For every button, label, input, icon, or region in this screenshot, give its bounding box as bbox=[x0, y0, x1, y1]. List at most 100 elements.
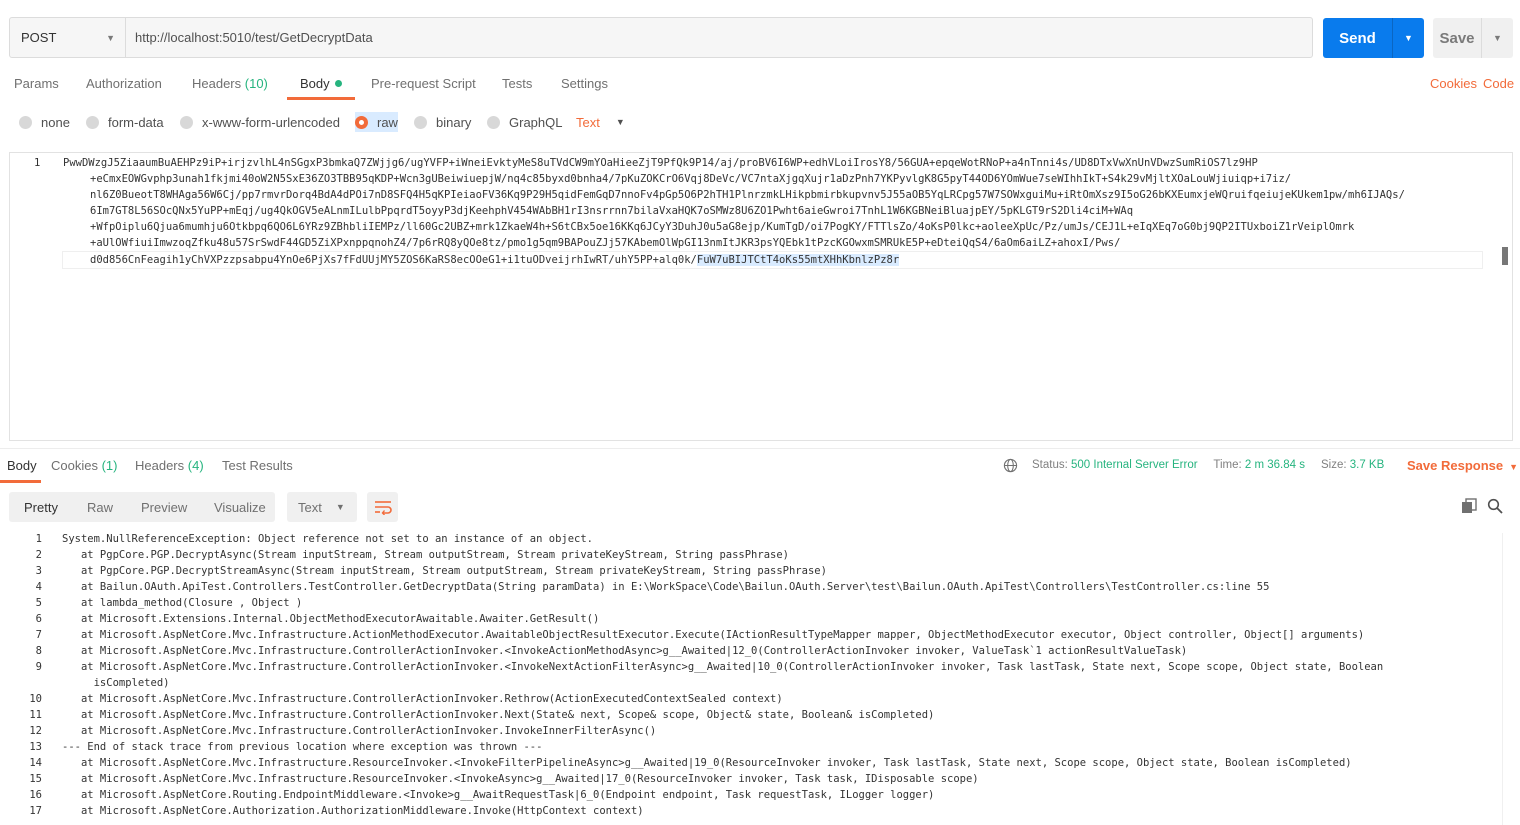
line-text: at Microsoft.AspNetCore.Mvc.Infrastructu… bbox=[62, 773, 979, 785]
tab-label: Params bbox=[14, 76, 59, 91]
save-button[interactable]: Save ▼ bbox=[1433, 18, 1513, 58]
view-pretty-button[interactable]: Pretty bbox=[24, 500, 58, 515]
response-status: Status: 500 Internal Server Error Time: … bbox=[1032, 459, 1384, 471]
size-value[interactable]: 3.7 KB bbox=[1350, 459, 1385, 471]
radio-none[interactable]: none bbox=[19, 112, 70, 132]
line-number: 15 bbox=[29, 773, 42, 785]
send-label: Send bbox=[1339, 29, 1376, 47]
modified-dot-icon bbox=[334, 80, 342, 87]
radio-label: binary bbox=[436, 114, 472, 130]
editor-text[interactable]: PwwDWzgJ5ZiaaumBuAEHPz9iP+irjzvlhL4nSGgx… bbox=[62, 155, 1483, 269]
line-number: 1 bbox=[34, 157, 41, 169]
response-body[interactable]: 1 System.NullReferenceException: Object r… bbox=[0, 533, 1500, 825]
radio-x-www-form-urlencoded[interactable]: x-www-form-urlencoded bbox=[180, 112, 340, 132]
response-view-modes: Pretty Raw Preview Visualize bbox=[9, 492, 275, 522]
response-format-select[interactable]: Text ▼ bbox=[287, 492, 357, 522]
tab-label: Test Results bbox=[222, 458, 293, 473]
wrap-lines-button[interactable] bbox=[367, 492, 398, 522]
line-number: 14 bbox=[29, 757, 42, 769]
selected-text: FuW7uBIJTCtT4oKs55mtXHhKbnlzPz8r bbox=[696, 254, 900, 266]
copy-icon[interactable] bbox=[1461, 498, 1477, 514]
radio-circle-icon bbox=[19, 115, 32, 129]
tab-label: Body bbox=[7, 458, 37, 473]
chevron-down-icon: ▼ bbox=[1509, 462, 1519, 472]
radio-binary[interactable]: binary bbox=[414, 112, 471, 132]
view-visualize-button[interactable]: Visualize bbox=[214, 500, 266, 515]
save-response-button[interactable]: Save Response ▼ bbox=[1407, 458, 1518, 473]
response-scrollbar[interactable] bbox=[1502, 533, 1516, 825]
active-tab-indicator bbox=[287, 97, 355, 100]
response-line: isCompleted) bbox=[0, 677, 1500, 693]
tab-label: Settings bbox=[561, 76, 608, 91]
line-number: 11 bbox=[29, 709, 42, 721]
send-button[interactable]: Send ▼ bbox=[1323, 18, 1424, 58]
url-input[interactable]: http://localhost:5010/test/GetDecryptDat… bbox=[126, 30, 373, 45]
response-line: 10 at Microsoft.AspNetCore.Mvc.Infrastru… bbox=[0, 693, 1500, 709]
status-label: Status: bbox=[1032, 459, 1068, 471]
radio-raw[interactable]: raw bbox=[355, 112, 398, 132]
response-tab-headers[interactable]: Headers (4) bbox=[135, 458, 204, 473]
cookies-link[interactable]: Cookies bbox=[1430, 76, 1477, 91]
line-number: 2 bbox=[35, 549, 42, 561]
line-number: 17 bbox=[29, 805, 42, 817]
response-line: 13 --- End of stack trace from previous l… bbox=[0, 741, 1500, 757]
search-icon[interactable] bbox=[1487, 498, 1503, 514]
request-url-bar: POST ▼ http://localhost:5010/test/GetDec… bbox=[9, 17, 1313, 58]
code-link[interactable]: Code bbox=[1483, 76, 1514, 91]
line-text: at PgpCore.PGP.DecryptStreamAsync(Stream… bbox=[62, 565, 827, 577]
line-text: at Microsoft.AspNetCore.Mvc.Infrastructu… bbox=[62, 757, 1352, 769]
method-label: POST bbox=[21, 30, 57, 45]
time-label: Time: bbox=[1213, 459, 1242, 471]
view-raw-button[interactable]: Raw bbox=[87, 500, 113, 515]
line-text: at Microsoft.AspNetCore.Authorization.Au… bbox=[62, 805, 644, 817]
radio-circle-icon bbox=[487, 115, 500, 129]
line-text: at Microsoft.Extensions.Internal.ObjectM… bbox=[62, 613, 600, 625]
tab-label: Body bbox=[300, 76, 330, 91]
line-number: 12 bbox=[29, 725, 42, 737]
tab-label: Pre-request Script bbox=[371, 76, 476, 91]
line-text: at Microsoft.AspNetCore.Mvc.Infrastructu… bbox=[62, 725, 657, 737]
line-number: 4 bbox=[35, 581, 42, 593]
response-line: 6 at Microsoft.Extensions.Internal.Objec… bbox=[0, 613, 1500, 629]
response-tab-cookies[interactable]: Cookies (1) bbox=[51, 458, 117, 473]
response-tab-body[interactable]: Body bbox=[7, 458, 37, 473]
tab-pre-request-script[interactable]: Pre-request Script bbox=[371, 76, 476, 102]
response-tab-test-results[interactable]: Test Results bbox=[222, 458, 293, 473]
radio-label: form-data bbox=[108, 114, 164, 130]
radio-form-data[interactable]: form-data bbox=[86, 112, 164, 132]
editor-line: +WfpOiplu6Qjua6mumhju6Otkbpq6QO6L6YRz9ZB… bbox=[90, 221, 1355, 233]
editor-line: +eCmxEOWGvphp3unah1fkjmi40oW2N5SxE36ZO3T… bbox=[90, 173, 1292, 185]
tab-headers[interactable]: Headers (10) bbox=[192, 76, 268, 102]
request-body-editor[interactable]: 1 PwwDWzgJ5ZiaaumBuAEHPz9iP+irjzvlhL4nSG… bbox=[9, 152, 1513, 441]
tab-authorization[interactable]: Authorization bbox=[86, 76, 162, 102]
raw-format-select[interactable]: Text ▼ bbox=[576, 112, 625, 132]
response-line: 7 at Microsoft.AspNetCore.Mvc.Infrastruc… bbox=[0, 629, 1500, 645]
view-preview-button[interactable]: Preview bbox=[141, 500, 187, 515]
tab-settings[interactable]: Settings bbox=[561, 76, 608, 102]
tab-params[interactable]: Params bbox=[14, 76, 59, 102]
line-number: 10 bbox=[29, 693, 42, 705]
response-line: 16 at Microsoft.AspNetCore.Routing.Endpo… bbox=[0, 789, 1500, 805]
tab-tests[interactable]: Tests bbox=[502, 76, 532, 102]
line-number: 16 bbox=[29, 789, 42, 801]
tab-count: (10) bbox=[244, 76, 268, 91]
method-select[interactable]: POST ▼ bbox=[10, 18, 126, 57]
editor-scrollbar[interactable] bbox=[1502, 247, 1508, 265]
line-text: at Microsoft.AspNetCore.Mvc.Infrastructu… bbox=[62, 709, 935, 721]
line-text: at Bailun.OAuth.ApiTest.Controllers.Test… bbox=[62, 581, 1270, 593]
save-response-label: Save Response bbox=[1407, 458, 1504, 473]
globe-icon[interactable] bbox=[1003, 458, 1018, 473]
response-line: 9 at Microsoft.AspNetCore.Mvc.Infrastruc… bbox=[0, 661, 1500, 677]
editor-line: 6Im7GT8L56SOcQNx5YuPP+mEqj/ug4QkOGV5eALn… bbox=[90, 205, 1134, 217]
send-options-chevron-icon[interactable]: ▼ bbox=[1392, 18, 1424, 58]
line-number: 7 bbox=[35, 629, 42, 641]
time-value[interactable]: 2 m 36.84 s bbox=[1245, 459, 1305, 471]
radio-graphql[interactable]: GraphQL bbox=[487, 112, 562, 132]
wrap-lines-icon bbox=[374, 501, 392, 515]
line-text: isCompleted) bbox=[62, 677, 170, 689]
save-options-chevron-icon[interactable]: ▼ bbox=[1481, 18, 1513, 58]
radio-label: raw bbox=[377, 114, 398, 130]
radio-selected-icon bbox=[355, 115, 368, 129]
status-value[interactable]: 500 Internal Server Error bbox=[1071, 459, 1198, 471]
divider bbox=[0, 448, 1520, 449]
